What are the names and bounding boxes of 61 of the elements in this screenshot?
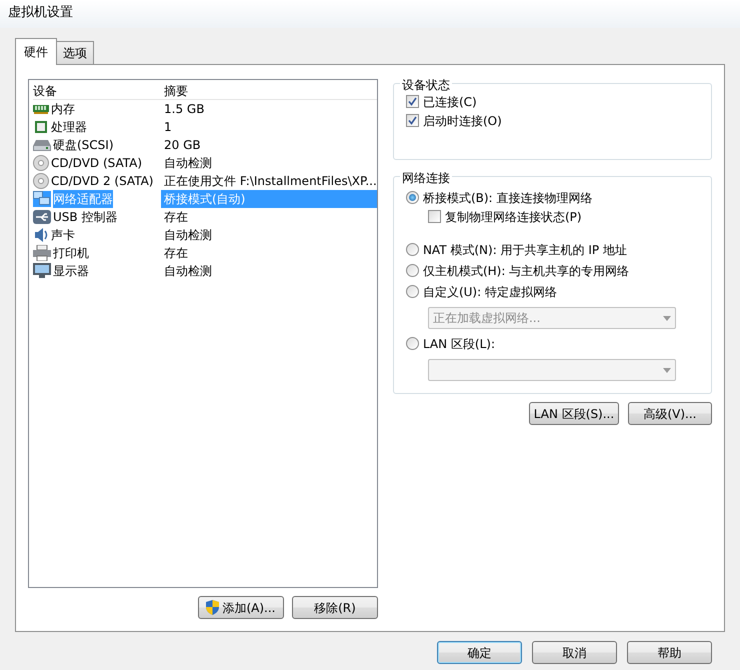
device-name[interactable]: 声卡 xyxy=(51,226,75,244)
network-computers-icon xyxy=(33,191,51,207)
lan-segments-button[interactable]: LAN 区段(S)... xyxy=(529,402,619,425)
speaker-icon xyxy=(33,227,49,243)
chip-icon xyxy=(33,120,49,134)
device-summary: 自动检测 xyxy=(163,263,212,280)
remove-button[interactable]: 移除(R) xyxy=(292,596,378,619)
device-summary: 存在 xyxy=(163,209,188,226)
window-title: 虚拟机设置 xyxy=(8,5,73,20)
device-name[interactable]: CD/DVD 2 (SATA) xyxy=(51,172,154,190)
column-header[interactable]: 设备 xyxy=(33,82,57,100)
device-name[interactable]: 打印机 xyxy=(53,244,89,262)
printer-icon xyxy=(33,245,51,261)
caret-icon xyxy=(662,316,671,320)
device-summary: 存在 xyxy=(163,245,188,262)
radio-label: 桥接模式(B): 直接连接物理网络 xyxy=(422,190,592,206)
device-summary: 1.5 GB xyxy=(163,101,204,118)
shield-icon xyxy=(206,600,220,615)
device-summary: 桥接模式(自动) xyxy=(161,190,377,208)
device-name[interactable]: USB 控制器 xyxy=(53,208,118,226)
caret-icon xyxy=(662,368,671,372)
checkbox[interactable] xyxy=(428,210,441,223)
radio-label: 仅主机模式(H): 与主机共享的专用网络 xyxy=(422,262,630,280)
device-summary: 1 xyxy=(163,119,172,136)
radio-button[interactable] xyxy=(406,264,419,277)
radio-label: LAN 区段(L): xyxy=(422,336,496,352)
device-name[interactable]: 硬盘(SCSI) xyxy=(53,136,114,154)
disc-icon xyxy=(33,155,49,171)
checkbox-label: 启动时连接(O) xyxy=(422,112,502,130)
group-title: 网络连接 xyxy=(400,169,452,187)
add-button[interactable]: 添加(A)... xyxy=(198,596,284,619)
radio-label: NAT 模式(N): 用于共享主机的 IP 地址 xyxy=(422,242,627,258)
radio-button[interactable] xyxy=(406,337,419,350)
group-title: 设备状态 xyxy=(400,76,452,94)
radio-button[interactable] xyxy=(406,191,419,204)
checkbox-label: 已连接(C) xyxy=(422,94,477,110)
checkbox[interactable] xyxy=(406,114,419,127)
checkbox[interactable] xyxy=(406,95,419,108)
radio-button[interactable] xyxy=(406,243,419,256)
tab[interactable]: 硬件 xyxy=(15,38,57,65)
device-summary: 自动检测 xyxy=(163,155,212,172)
tab[interactable]: 选项 xyxy=(56,41,94,64)
device-name[interactable]: CD/DVD (SATA) xyxy=(51,154,142,172)
device-name[interactable]: 处理器 xyxy=(51,118,87,136)
memory-chip-icon xyxy=(33,103,49,115)
usb-icon xyxy=(33,210,51,224)
device-name[interactable]: 内存 xyxy=(51,100,75,118)
device-summary: 20 GB xyxy=(163,137,201,154)
cancel-button[interactable]: 取消 xyxy=(532,641,617,664)
radio-button[interactable] xyxy=(406,285,419,298)
radio-label: 自定义(U): 特定虚拟网络 xyxy=(422,284,557,300)
checkbox-label: 复制物理网络连接状态(P) xyxy=(444,208,582,226)
monitor-icon xyxy=(33,263,51,279)
device-name[interactable]: 显示器 xyxy=(53,262,89,280)
advanced-button[interactable]: 高级(V)... xyxy=(628,402,712,425)
help-button[interactable]: 帮助 xyxy=(627,641,712,664)
column-header[interactable]: 摘要 xyxy=(161,82,188,100)
disc-icon xyxy=(33,173,49,189)
ok-button[interactable]: 确定 xyxy=(437,641,522,664)
device-summary: 自动检测 xyxy=(163,227,212,244)
device-summary: 正在使用文件 F:\InstallmentFiles\XP... xyxy=(163,173,377,190)
